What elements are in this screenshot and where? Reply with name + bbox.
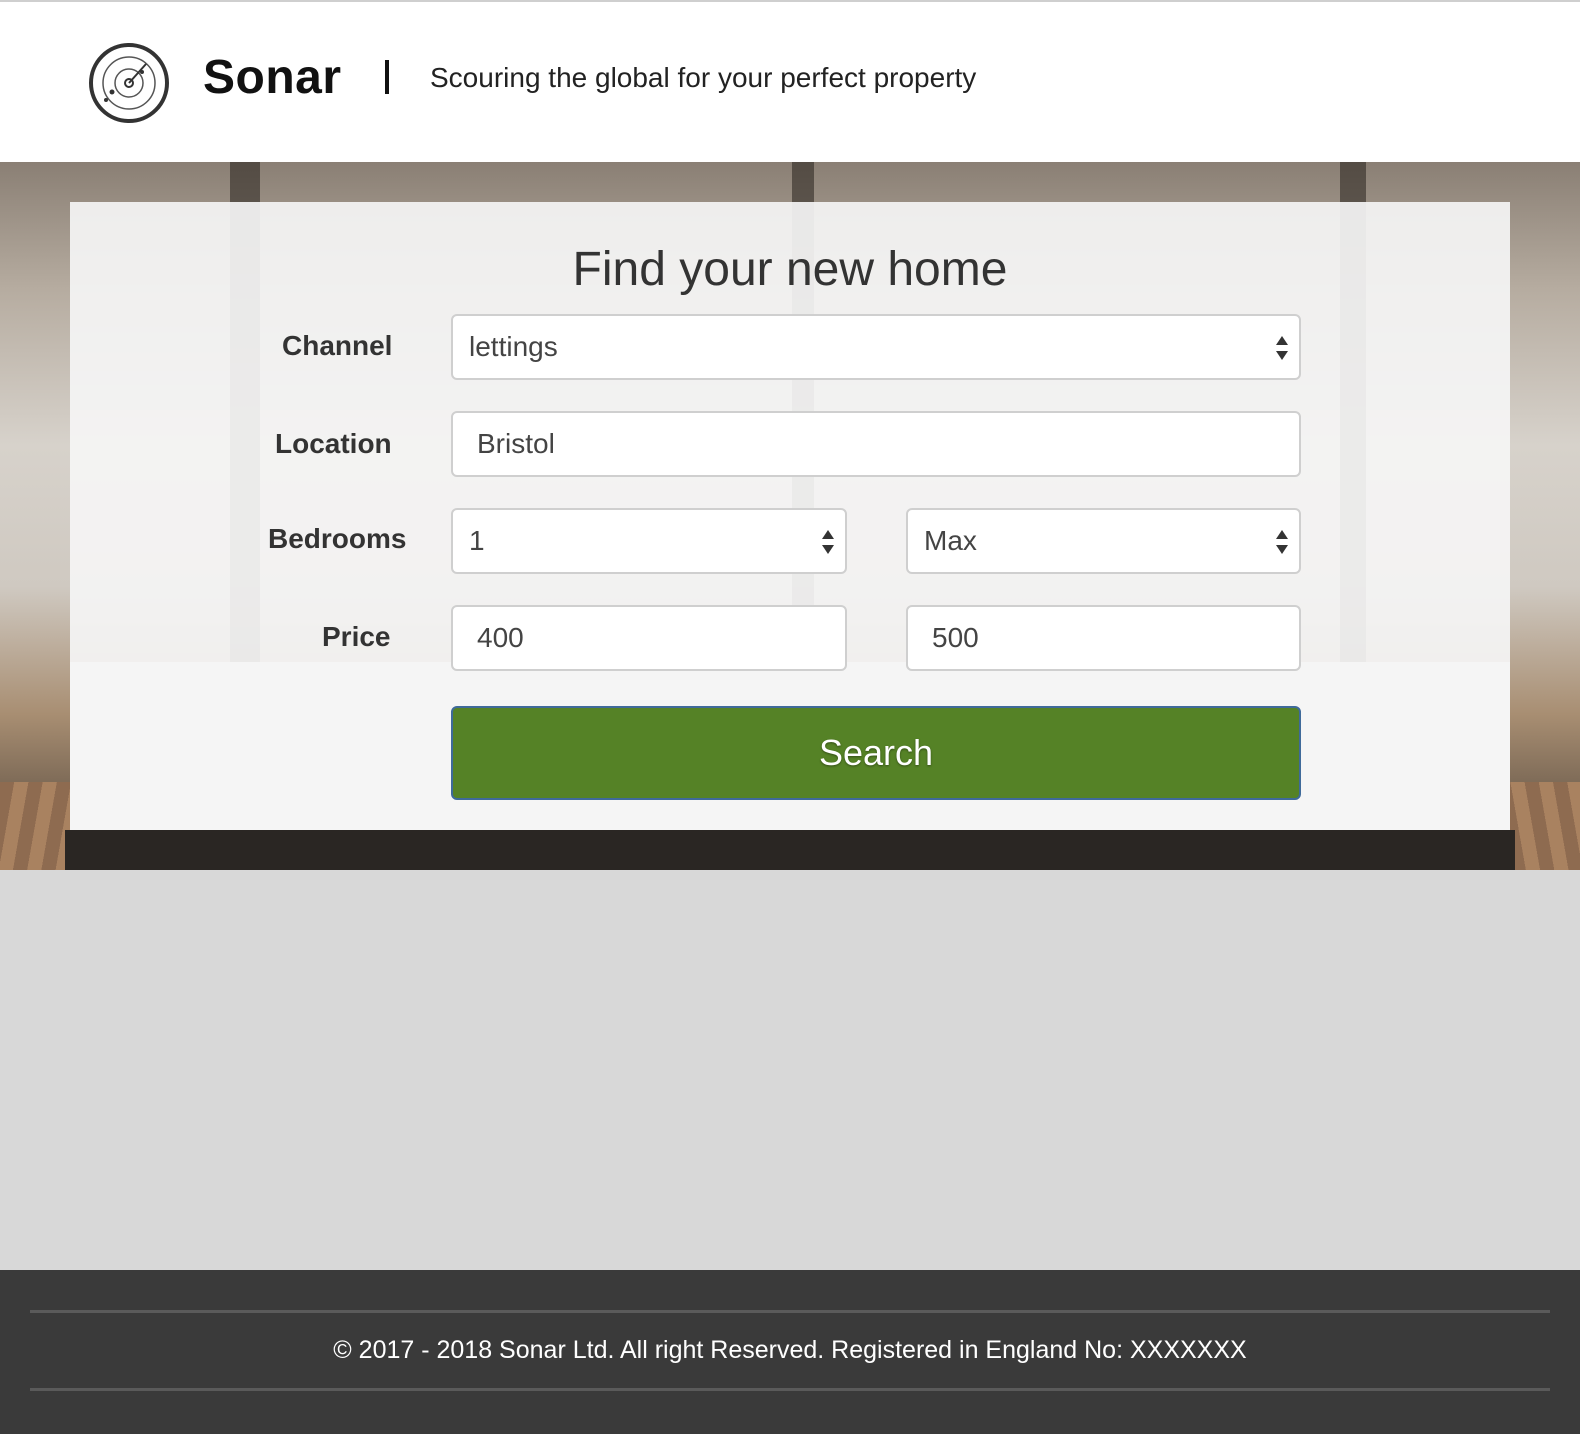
- footer-rule-bottom: [30, 1388, 1550, 1391]
- location-label: Location: [275, 428, 392, 459]
- location-input[interactable]: Bristol: [451, 411, 1301, 477]
- select-arrows-icon: [822, 530, 834, 554]
- copyright-text: © 2017 - 2018 Sonar Ltd. All right Reser…: [333, 1336, 1247, 1364]
- bedrooms-min-select[interactable]: 1: [451, 508, 847, 574]
- brand-name[interactable]: Sonar: [203, 50, 342, 105]
- hero-bed-base: [65, 830, 1515, 870]
- location-value: Bristol: [477, 428, 555, 459]
- search-button[interactable]: Search: [451, 706, 1301, 800]
- select-arrows-icon: [1276, 530, 1288, 554]
- select-arrows-icon: [1276, 336, 1288, 360]
- form-title: Find your new home: [572, 243, 1008, 296]
- bedrooms-min-value: 1: [469, 525, 485, 556]
- price-min-input[interactable]: 400: [451, 605, 847, 671]
- price-max-input[interactable]: 500: [906, 605, 1301, 671]
- search-panel: Find your new home Channel lettings Loca…: [70, 202, 1510, 830]
- footer-rule-top: [30, 1310, 1550, 1313]
- site-footer: © 2017 - 2018 Sonar Ltd. All right Reser…: [0, 1270, 1580, 1434]
- price-label: Price: [322, 621, 391, 652]
- channel-select[interactable]: lettings: [451, 314, 1301, 380]
- bedrooms-label: Bedrooms: [268, 523, 407, 554]
- price-min-value: 400: [477, 622, 524, 653]
- tagline: Scouring the global for your perfect pro…: [430, 62, 977, 93]
- brand-divider: [385, 60, 389, 94]
- price-max-value: 500: [932, 622, 979, 653]
- bedrooms-max-select[interactable]: Max: [906, 508, 1301, 574]
- channel-value: lettings: [469, 331, 558, 362]
- hero-floor-right: [1510, 782, 1580, 870]
- site-header: Sonar Scouring the global for your perfe…: [0, 2, 1580, 162]
- bedrooms-max-value: Max: [924, 525, 977, 556]
- radar-logo-icon[interactable]: [88, 42, 170, 124]
- channel-label: Channel: [282, 330, 393, 361]
- hero-floor-left: [0, 782, 70, 870]
